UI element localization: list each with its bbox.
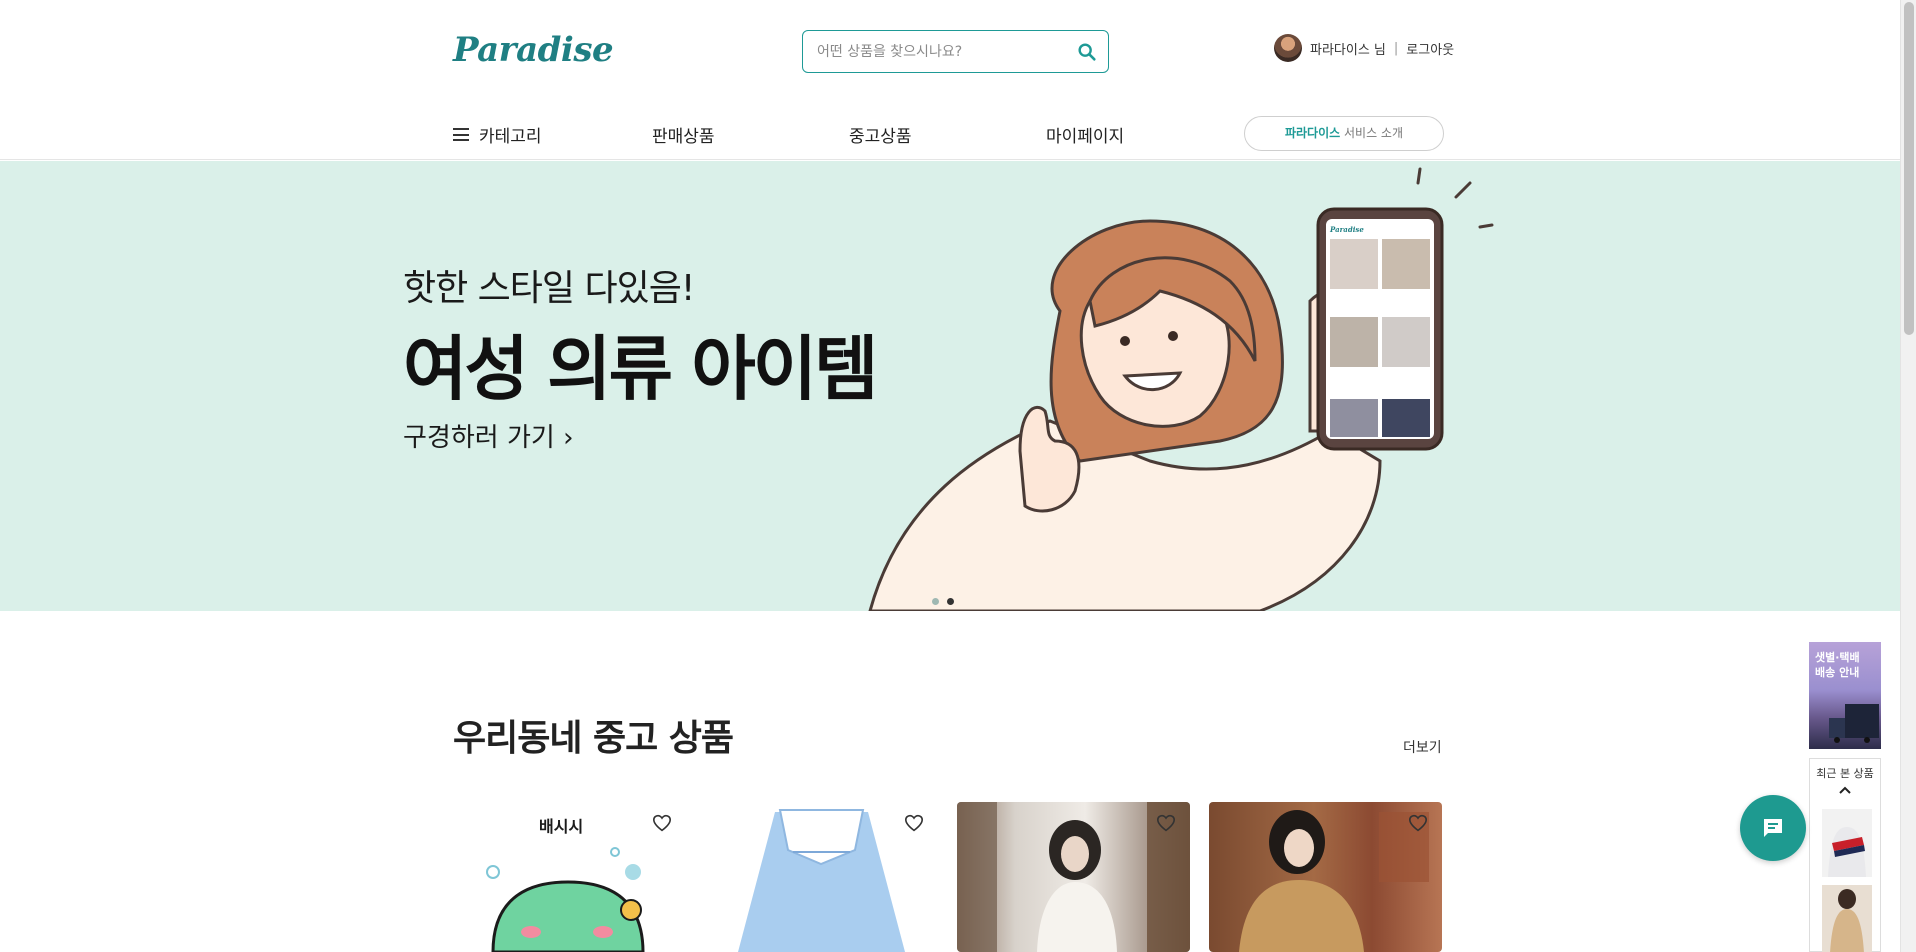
search-box [802, 30, 1109, 73]
heart-icon[interactable] [652, 814, 672, 832]
scrollbar-thumb[interactable] [1904, 2, 1914, 335]
nav-used-products[interactable]: 중고상품 [849, 122, 912, 147]
logout-link[interactable]: 로그아웃 [1406, 39, 1454, 58]
chevron-right-icon: › [563, 423, 574, 453]
section-title: 우리동네 중고 상품 [453, 718, 734, 759]
nav-category-label: 카테고리 [479, 127, 542, 147]
delivery-ad-banner[interactable]: 샛별·택배 배송 안내 [1809, 642, 1881, 749]
chat-button[interactable] [1740, 795, 1806, 861]
hamburger-icon [453, 128, 469, 141]
banner-cta-label: 구경하러 가기 [403, 423, 555, 453]
banner-subtitle: 핫한 스타일 다있음! [403, 268, 695, 309]
product-list: 배시시 [453, 802, 1442, 952]
banner-cta[interactable]: 구경하러 가기 › [403, 417, 573, 454]
site-logo[interactable]: Paradise [453, 30, 614, 70]
heart-icon[interactable] [904, 814, 924, 832]
service-intro-button[interactable]: 파라다이스 서비스 소개 [1244, 116, 1444, 151]
banner-pagination [932, 598, 954, 605]
user-name[interactable]: 파라다이스 님 [1310, 39, 1386, 58]
site-header: Paradise 파라다이스 님 | 로그아웃 카테고리 판매상품 중고상품 마… [0, 0, 1900, 160]
truck-icon [1829, 704, 1879, 743]
chevron-up-icon[interactable] [1837, 783, 1853, 797]
chat-icon [1764, 819, 1782, 837]
service-brand: 파라다이스 [1284, 126, 1341, 140]
banner-title: 여성 의류 아이템 [403, 328, 879, 410]
product-card[interactable] [957, 802, 1190, 952]
banner-illustration: Paradise [868, 167, 1494, 611]
user-area: 파라다이스 님 | 로그아웃 [1274, 33, 1454, 63]
banner-dot-1[interactable] [932, 598, 939, 605]
phone-logo: Paradise [1329, 225, 1364, 234]
nav-sale-products[interactable]: 판매상품 [652, 122, 715, 147]
avatar[interactable] [1274, 34, 1302, 62]
recent-product-thumb[interactable] [1822, 809, 1872, 877]
search-icon[interactable] [1076, 41, 1098, 63]
product-card[interactable] [705, 802, 938, 952]
heart-icon[interactable] [1156, 814, 1176, 832]
recent-products-title: 최근 본 상품 [1816, 767, 1874, 780]
product-card[interactable] [1209, 802, 1442, 952]
nav-category[interactable]: 카테고리 [453, 122, 542, 147]
search-input[interactable] [817, 41, 1067, 63]
user-separator: | [1393, 40, 1399, 56]
product-caption: 배시시 [539, 817, 583, 836]
banner-dot-2[interactable] [947, 598, 954, 605]
recent-products: 최근 본 상품 × × [1809, 758, 1881, 952]
service-label: 서비스 소개 [1340, 126, 1404, 140]
recent-product-thumb[interactable] [1822, 885, 1872, 952]
product-card[interactable]: 배시시 [453, 802, 686, 952]
nav-mypage[interactable]: 마이페이지 [1046, 122, 1124, 147]
page-scrollbar[interactable] [1900, 0, 1916, 952]
heart-icon[interactable] [1408, 814, 1428, 832]
see-more-link[interactable]: 더보기 [1403, 737, 1442, 757]
hero-banner[interactable]: 핫한 스타일 다있음! 여성 의류 아이템 구경하러 가기 › Paradise [0, 161, 1900, 611]
